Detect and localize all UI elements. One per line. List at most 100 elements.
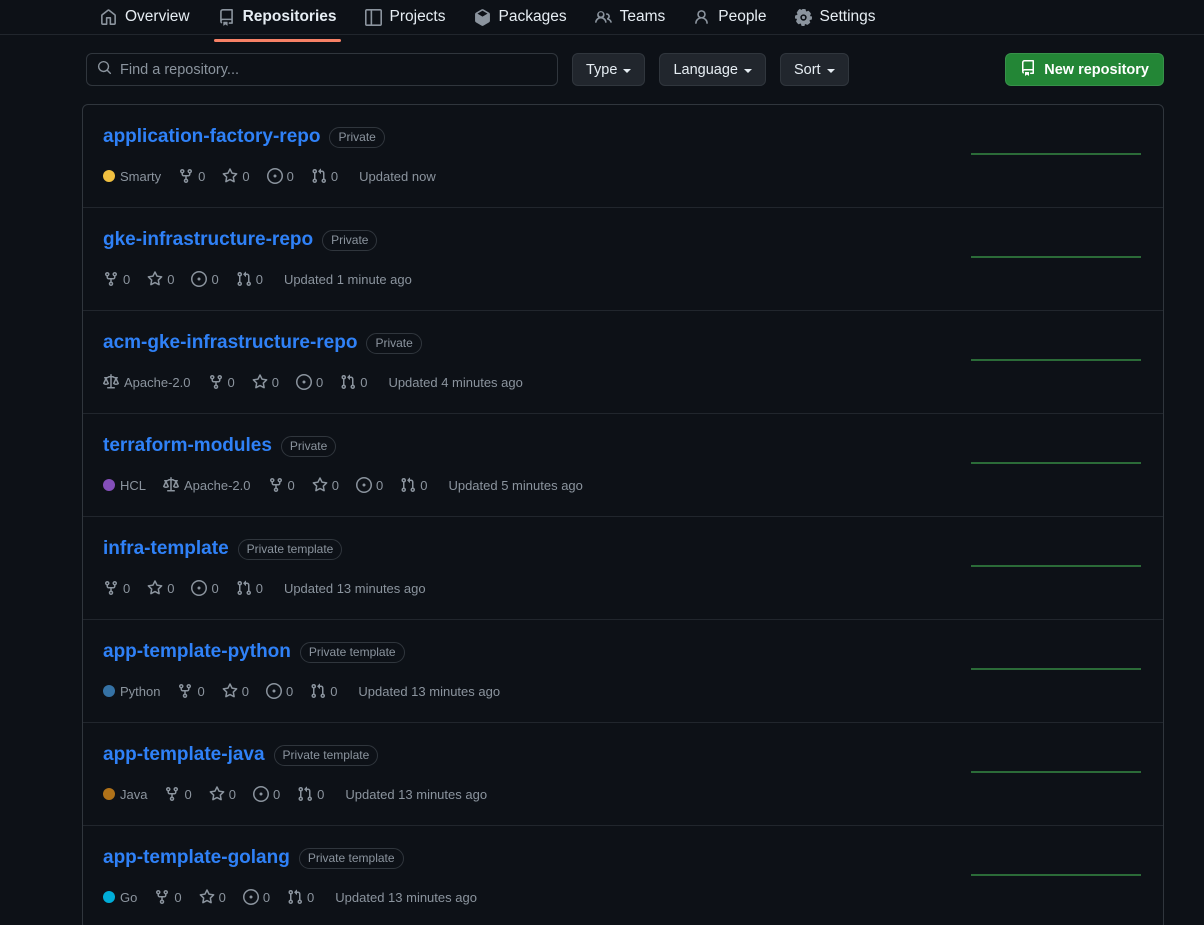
- repository-name-link[interactable]: app-template-golang: [103, 847, 290, 869]
- repository-name-link[interactable]: acm-gke-infrastructure-repo: [103, 332, 357, 354]
- repo-issues[interactable]: 0: [191, 580, 219, 596]
- repo-forks[interactable]: 0: [103, 271, 130, 287]
- repository-name-link[interactable]: terraform-modules: [103, 435, 272, 457]
- repository-info: infra-template Private template 0 0 0 0 Update…: [103, 538, 971, 596]
- fork-icon: [208, 374, 224, 390]
- repository-metadata: 0 0 0 0 Updated 1 minute ago: [103, 271, 971, 287]
- repo-forks[interactable]: 0: [178, 168, 205, 184]
- repository-name-link[interactable]: application-factory-repo: [103, 126, 320, 148]
- repo-updated-time: Updated now: [359, 168, 436, 184]
- repo-issues[interactable]: 0: [355, 477, 383, 493]
- repository-activity-graph: [971, 759, 1141, 785]
- star-icon: [199, 889, 215, 905]
- repository-info: app-template-golang Private template Go 0 0 0…: [103, 847, 971, 905]
- nav-tab-overview[interactable]: Overview: [86, 0, 204, 34]
- nav-tab-people[interactable]: People: [679, 0, 780, 34]
- repo-issues[interactable]: 0: [242, 889, 270, 905]
- search-input[interactable]: [120, 61, 547, 78]
- repo-pulls[interactable]: 0: [400, 477, 427, 493]
- repo-stars[interactable]: 0: [147, 271, 174, 287]
- sparkline-icon: [971, 874, 1141, 876]
- repo-pulls[interactable]: 0: [340, 374, 367, 390]
- language-color-dot: [103, 891, 115, 903]
- new-repository-label: New repository: [1044, 61, 1149, 78]
- repo-pulls[interactable]: 0: [287, 889, 314, 905]
- chevron-down-icon: [743, 68, 752, 73]
- repository-title-line: acm-gke-infrastructure-repo Private: [103, 332, 971, 354]
- pull-icon: [236, 271, 252, 287]
- search-repository-box[interactable]: [86, 53, 558, 86]
- repository-name-link[interactable]: app-template-python: [103, 641, 291, 663]
- repo-updated-time: Updated 13 minutes ago: [345, 786, 488, 802]
- repo-issues[interactable]: 0: [295, 374, 323, 390]
- repo-stars[interactable]: 0: [312, 477, 339, 493]
- repository-activity-graph: [971, 450, 1141, 476]
- nav-tab-repositories[interactable]: Repositories: [204, 0, 351, 42]
- repository-name-link[interactable]: infra-template: [103, 538, 229, 560]
- repository-info: application-factory-repo Private Smarty 0 0 0…: [103, 126, 971, 184]
- repo-pulls[interactable]: 0: [236, 580, 263, 596]
- visibility-badge: Private: [280, 436, 337, 457]
- repo-stars[interactable]: 0: [209, 786, 236, 802]
- language-label: HCL: [120, 477, 147, 493]
- star-icon: [222, 683, 238, 699]
- chevron-down-icon: [826, 68, 835, 73]
- repo-stars[interactable]: 0: [252, 374, 279, 390]
- repo-stars[interactable]: 0: [222, 683, 249, 699]
- language-filter-label: Language: [673, 61, 738, 78]
- repo-license: Apache-2.0: [103, 374, 191, 390]
- repository-metadata: Python 0 0 0 0 Updated 13 minutes ago: [103, 683, 971, 699]
- fork-icon: [177, 683, 193, 699]
- repository-row: app-template-java Private template Java 0 0 0…: [83, 723, 1163, 826]
- fork-icon: [178, 168, 194, 184]
- pull-icon: [287, 889, 303, 905]
- license-label: Apache-2.0: [124, 374, 191, 390]
- project-icon: [364, 8, 382, 26]
- repo-forks[interactable]: 0: [164, 786, 192, 802]
- repo-stars[interactable]: 0: [147, 580, 174, 596]
- repo-forks[interactable]: 0: [154, 889, 182, 905]
- repo-stars[interactable]: 0: [222, 168, 250, 184]
- repo-pulls[interactable]: 0: [297, 786, 324, 802]
- repo-updated-time: Updated 13 minutes ago: [358, 683, 501, 699]
- repo-issues[interactable]: 0: [252, 786, 280, 802]
- repo-issues[interactable]: 0: [265, 683, 293, 699]
- repo-language: Go: [103, 890, 137, 905]
- nav-tab-label: People: [718, 8, 767, 25]
- repo-pulls[interactable]: 0: [236, 271, 263, 287]
- nav-tab-label: Packages: [498, 8, 567, 25]
- repository-name-link[interactable]: gke-infrastructure-repo: [103, 229, 313, 251]
- repo-pulls-count: 0: [255, 580, 263, 596]
- repo-stars[interactable]: 0: [199, 889, 226, 905]
- new-repository-button[interactable]: New repository: [1005, 53, 1164, 86]
- sort-filter-button[interactable]: Sort: [779, 53, 849, 86]
- repo-pulls[interactable]: 0: [311, 168, 338, 184]
- repo-forks[interactable]: 0: [177, 683, 205, 699]
- repository-title-line: infra-template Private template: [103, 538, 971, 560]
- nav-divider: [0, 34, 1204, 35]
- repository-name-link[interactable]: app-template-java: [103, 744, 265, 766]
- nav-tab-projects[interactable]: Projects: [351, 0, 460, 34]
- repo-issues[interactable]: 0: [191, 271, 219, 287]
- repo-language: HCL: [103, 478, 146, 493]
- repo-pulls[interactable]: 0: [310, 683, 337, 699]
- repo-issues[interactable]: 0: [266, 168, 294, 184]
- repo-language: Java: [103, 787, 147, 802]
- nav-tab-teams[interactable]: Teams: [581, 0, 680, 34]
- nav-tab-label: Projects: [389, 8, 446, 25]
- nav-tab-packages[interactable]: Packages: [460, 0, 581, 34]
- type-filter-button[interactable]: Type: [572, 53, 646, 86]
- visibility-badge: Private: [322, 230, 378, 251]
- repo-forks[interactable]: 0: [268, 477, 295, 493]
- nav-tab-settings[interactable]: Settings: [781, 0, 890, 34]
- language-filter-button[interactable]: Language: [659, 53, 766, 86]
- repo-pulls-count: 0: [255, 271, 263, 287]
- repository-title-line: app-template-python Private template: [103, 641, 971, 663]
- repo-forks-count: 0: [184, 786, 192, 802]
- repo-stars-count: 0: [242, 168, 250, 184]
- repo-forks[interactable]: 0: [103, 580, 130, 596]
- package-icon: [474, 8, 491, 26]
- repo-updated-time: Updated 13 minutes ago: [283, 580, 426, 596]
- repo-icon: [1020, 59, 1036, 80]
- repo-forks[interactable]: 0: [208, 374, 235, 390]
